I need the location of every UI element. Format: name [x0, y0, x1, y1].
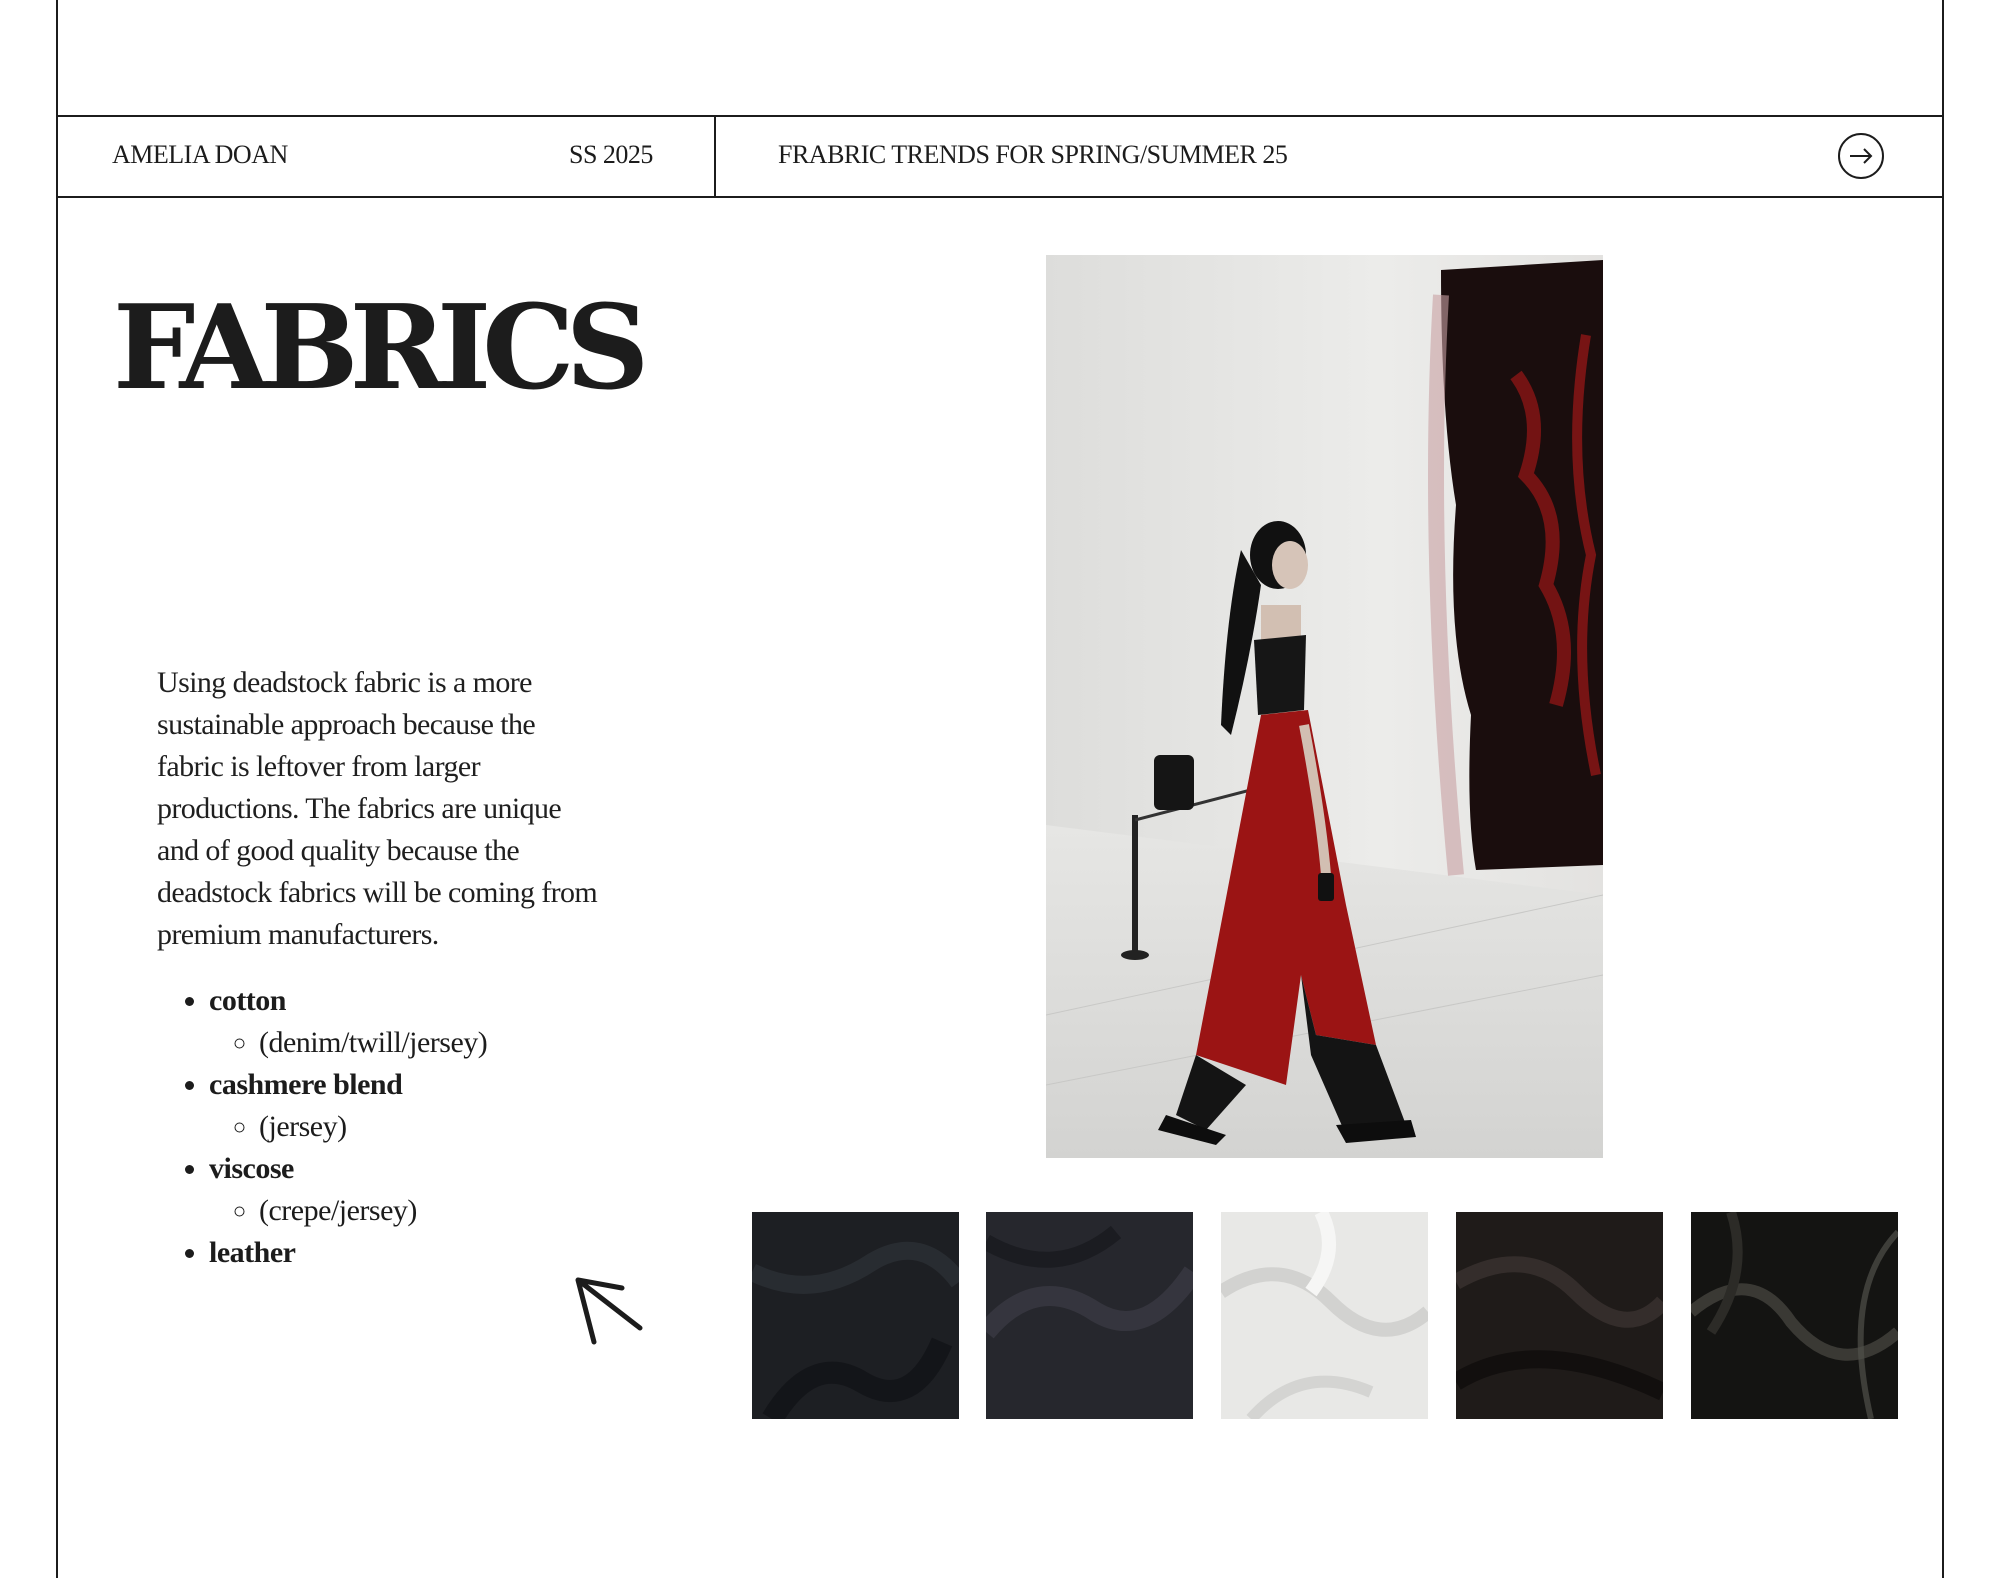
fabric-item-viscose: viscose (crepe/jersey) — [209, 1148, 487, 1232]
fabric-item-leather: leather — [209, 1232, 487, 1274]
swatch-black-crepe — [1456, 1212, 1663, 1419]
fabric-types: (denim/twill/jersey) — [259, 1022, 488, 1064]
fabric-types: (jersey) — [259, 1106, 487, 1148]
swatch-black-denim — [752, 1212, 959, 1419]
arrow-up-left-icon[interactable] — [570, 1272, 646, 1348]
fabric-item-cashmere: cashmere blend (jersey) — [209, 1064, 487, 1148]
model-photo-illustration — [1046, 255, 1603, 1158]
fabric-list: cotton (denim/twill/jersey) cashmere ble… — [157, 980, 488, 1274]
topic-title: FRABRIC TRENDS FOR SPRING/SUMMER 25 — [778, 140, 1288, 169]
model-photo — [1046, 255, 1603, 1158]
fabric-name: cashmere blend — [209, 1068, 403, 1101]
arrow-right-icon — [1850, 148, 1873, 164]
fabric-name: leather — [209, 1236, 296, 1269]
next-button[interactable] — [1838, 133, 1884, 179]
author-name: AMELIA DOAN — [112, 140, 288, 169]
header-bar: AMELIA DOAN SS 2025 FRABRIC TRENDS FOR S… — [56, 115, 1944, 198]
fabric-item-cotton: cotton (denim/twill/jersey) — [209, 980, 488, 1064]
season-label: SS 2025 — [569, 140, 653, 169]
fabric-types: (crepe/jersey) — [259, 1190, 487, 1232]
header-divider — [714, 117, 716, 196]
page-title: FABRICS — [113, 280, 649, 416]
description-text: Using deadstock fabric is a more sustain… — [157, 666, 598, 951]
fabric-name: cotton — [209, 984, 286, 1017]
fabric-name: viscose — [209, 1152, 294, 1185]
swatch-charcoal-jersey — [986, 1212, 1193, 1419]
swatch-white-jersey — [1221, 1212, 1428, 1419]
swatch-black-leather — [1691, 1212, 1898, 1419]
